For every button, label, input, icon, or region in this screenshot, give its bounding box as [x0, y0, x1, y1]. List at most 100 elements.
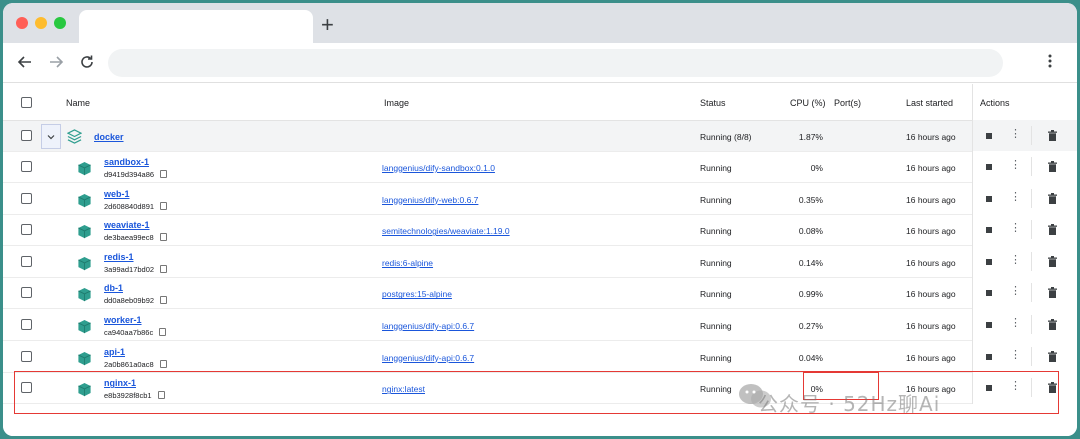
- container-name-link[interactable]: worker-1: [104, 315, 142, 325]
- row-checkbox[interactable]: [21, 287, 32, 299]
- row-checkbox[interactable]: [21, 319, 32, 330]
- header-name[interactable]: Name: [66, 98, 90, 108]
- table-row[interactable]: api-1 2a0b861a0ac8 langgenius/dify-api:0.6…: [3, 340, 1077, 373]
- maximize-window-button[interactable]: [54, 17, 66, 29]
- header-image[interactable]: Image: [384, 98, 409, 108]
- stop-icon[interactable]: [986, 227, 992, 234]
- container-name-link[interactable]: nginx-1: [104, 378, 136, 388]
- stop-icon[interactable]: [986, 322, 992, 328]
- trash-icon[interactable]: [1048, 255, 1057, 267]
- container-cube-icon: [78, 225, 91, 239]
- action-separator: [1031, 315, 1032, 334]
- more-actions-icon[interactable]: ⋮: [1010, 349, 1021, 361]
- more-actions-icon[interactable]: ⋮: [1010, 318, 1021, 329]
- image-link[interactable]: semitechnologies/weaviate:1.19.0: [382, 226, 510, 236]
- more-actions-icon[interactable]: ⋮: [1010, 129, 1021, 140]
- stop-icon[interactable]: [986, 385, 992, 392]
- stop-icon[interactable]: [986, 195, 992, 202]
- container-id: 2d608840d891: [104, 201, 168, 211]
- image-link[interactable]: langgenius/dify-api:0.6.7: [382, 321, 474, 331]
- image-link[interactable]: redis:6-alpine: [382, 258, 433, 268]
- row-checkbox[interactable]: [21, 382, 32, 394]
- more-actions-icon[interactable]: ⋮: [1010, 160, 1021, 171]
- container-name-link[interactable]: db-1: [104, 283, 123, 293]
- container-name-link[interactable]: sandbox-1: [104, 157, 149, 167]
- container-name-link[interactable]: api-1: [104, 347, 125, 357]
- table-row[interactable]: worker-1 ca940aa7b86c langgenius/dify-api:…: [3, 309, 1077, 341]
- copy-icon[interactable]: [159, 359, 167, 368]
- image-link[interactable]: langgenius/dify-api:0.6.7: [382, 353, 474, 363]
- trash-icon[interactable]: [1048, 319, 1057, 330]
- more-actions-icon[interactable]: ⋮: [1010, 286, 1021, 297]
- header-ports[interactable]: Port(s): [834, 98, 861, 108]
- table-row[interactable]: web-1 2d608840d891 langgenius/dify-web:0.6…: [3, 182, 1077, 215]
- copy-icon[interactable]: [160, 170, 168, 178]
- image-link[interactable]: langgenius/dify-sandbox:0.1.0: [382, 163, 495, 173]
- image-link[interactable]: nginx:latest: [382, 384, 425, 394]
- container-name-link[interactable]: web-1: [104, 189, 130, 199]
- cpu-value: 0.08%: [798, 226, 823, 237]
- row-checkbox[interactable]: [21, 255, 32, 267]
- row-checkbox[interactable]: [21, 192, 32, 204]
- trash-icon[interactable]: [1048, 224, 1057, 236]
- container-name-link[interactable]: redis-1: [104, 252, 134, 262]
- address-bar[interactable]: [108, 49, 1003, 77]
- copy-icon[interactable]: [159, 233, 167, 242]
- trash-icon[interactable]: [1048, 130, 1057, 141]
- table-row[interactable]: weaviate-1 de3baea99ec8 semitechnologies/w…: [3, 214, 1077, 247]
- copy-icon[interactable]: [160, 264, 168, 273]
- group-name-link[interactable]: docker: [94, 132, 124, 142]
- container-cube-icon: [78, 351, 91, 365]
- image-link[interactable]: postgres:15-alpine: [382, 289, 452, 299]
- stop-icon[interactable]: [986, 133, 992, 139]
- expand-group-button[interactable]: [41, 124, 61, 149]
- copy-icon[interactable]: [157, 391, 165, 400]
- trash-icon[interactable]: [1048, 382, 1057, 394]
- stop-icon[interactable]: [986, 353, 992, 360]
- row-checkbox[interactable]: [21, 130, 32, 141]
- forward-button[interactable]: [46, 52, 66, 72]
- row-checkbox[interactable]: [21, 224, 32, 236]
- container-name-link[interactable]: weaviate-1: [104, 220, 150, 230]
- copy-icon[interactable]: [160, 201, 168, 210]
- group-last-started: 16 hours ago: [906, 132, 956, 142]
- back-button[interactable]: [15, 52, 35, 72]
- header-last-started[interactable]: Last started: [906, 98, 953, 108]
- select-all-checkbox[interactable]: [21, 97, 32, 108]
- trash-icon[interactable]: [1048, 161, 1057, 172]
- trash-icon[interactable]: [1048, 350, 1057, 362]
- minimize-window-button[interactable]: [35, 17, 47, 29]
- more-actions-icon[interactable]: ⋮: [1010, 223, 1021, 234]
- more-actions-icon[interactable]: ⋮: [1010, 191, 1021, 203]
- copy-icon[interactable]: [159, 328, 167, 336]
- reload-button[interactable]: [77, 52, 97, 72]
- copy-icon[interactable]: [160, 296, 168, 305]
- new-tab-button[interactable]: +: [321, 14, 334, 36]
- action-separator: [1031, 126, 1032, 145]
- active-tab[interactable]: [79, 10, 313, 43]
- more-actions-icon[interactable]: ⋮: [1010, 254, 1021, 266]
- header-cpu[interactable]: CPU (%): [790, 98, 826, 108]
- stop-icon[interactable]: [986, 164, 992, 170]
- header-status[interactable]: Status: [700, 98, 726, 108]
- more-actions-icon[interactable]: ⋮: [1010, 381, 1021, 392]
- close-window-button[interactable]: [16, 17, 28, 29]
- browser-menu-button[interactable]: [1047, 52, 1053, 75]
- row-actions: ⋮: [972, 277, 1077, 310]
- compose-group-row[interactable]: docker Running (8/8) 1.87% 16 hours ago …: [3, 120, 1077, 152]
- table-row[interactable]: redis-1 3a99ad17bd02 redis:6-alpine Running…: [3, 245, 1077, 278]
- last-started: 16 hours ago: [906, 194, 956, 205]
- container-id-text: dd0a8eb09b92: [104, 296, 155, 306]
- stop-icon[interactable]: [986, 258, 992, 265]
- container-cube-icon: [78, 288, 91, 302]
- trash-icon[interactable]: [1048, 287, 1057, 299]
- trash-icon[interactable]: [1048, 192, 1057, 204]
- image-link[interactable]: langgenius/dify-web:0.6.7: [382, 195, 478, 205]
- table-row[interactable]: sandbox-1 d9419d394a86 langgenius/dify-san…: [3, 151, 1077, 183]
- container-cube-icon: [78, 256, 91, 270]
- table-row[interactable]: db-1 dd0a8eb09b92 postgres:15-alpine Runnin…: [3, 277, 1077, 310]
- container-id: e8b3928f8cb1: [104, 391, 165, 400]
- row-checkbox[interactable]: [21, 161, 32, 172]
- row-checkbox[interactable]: [21, 350, 32, 362]
- stop-icon[interactable]: [986, 290, 992, 297]
